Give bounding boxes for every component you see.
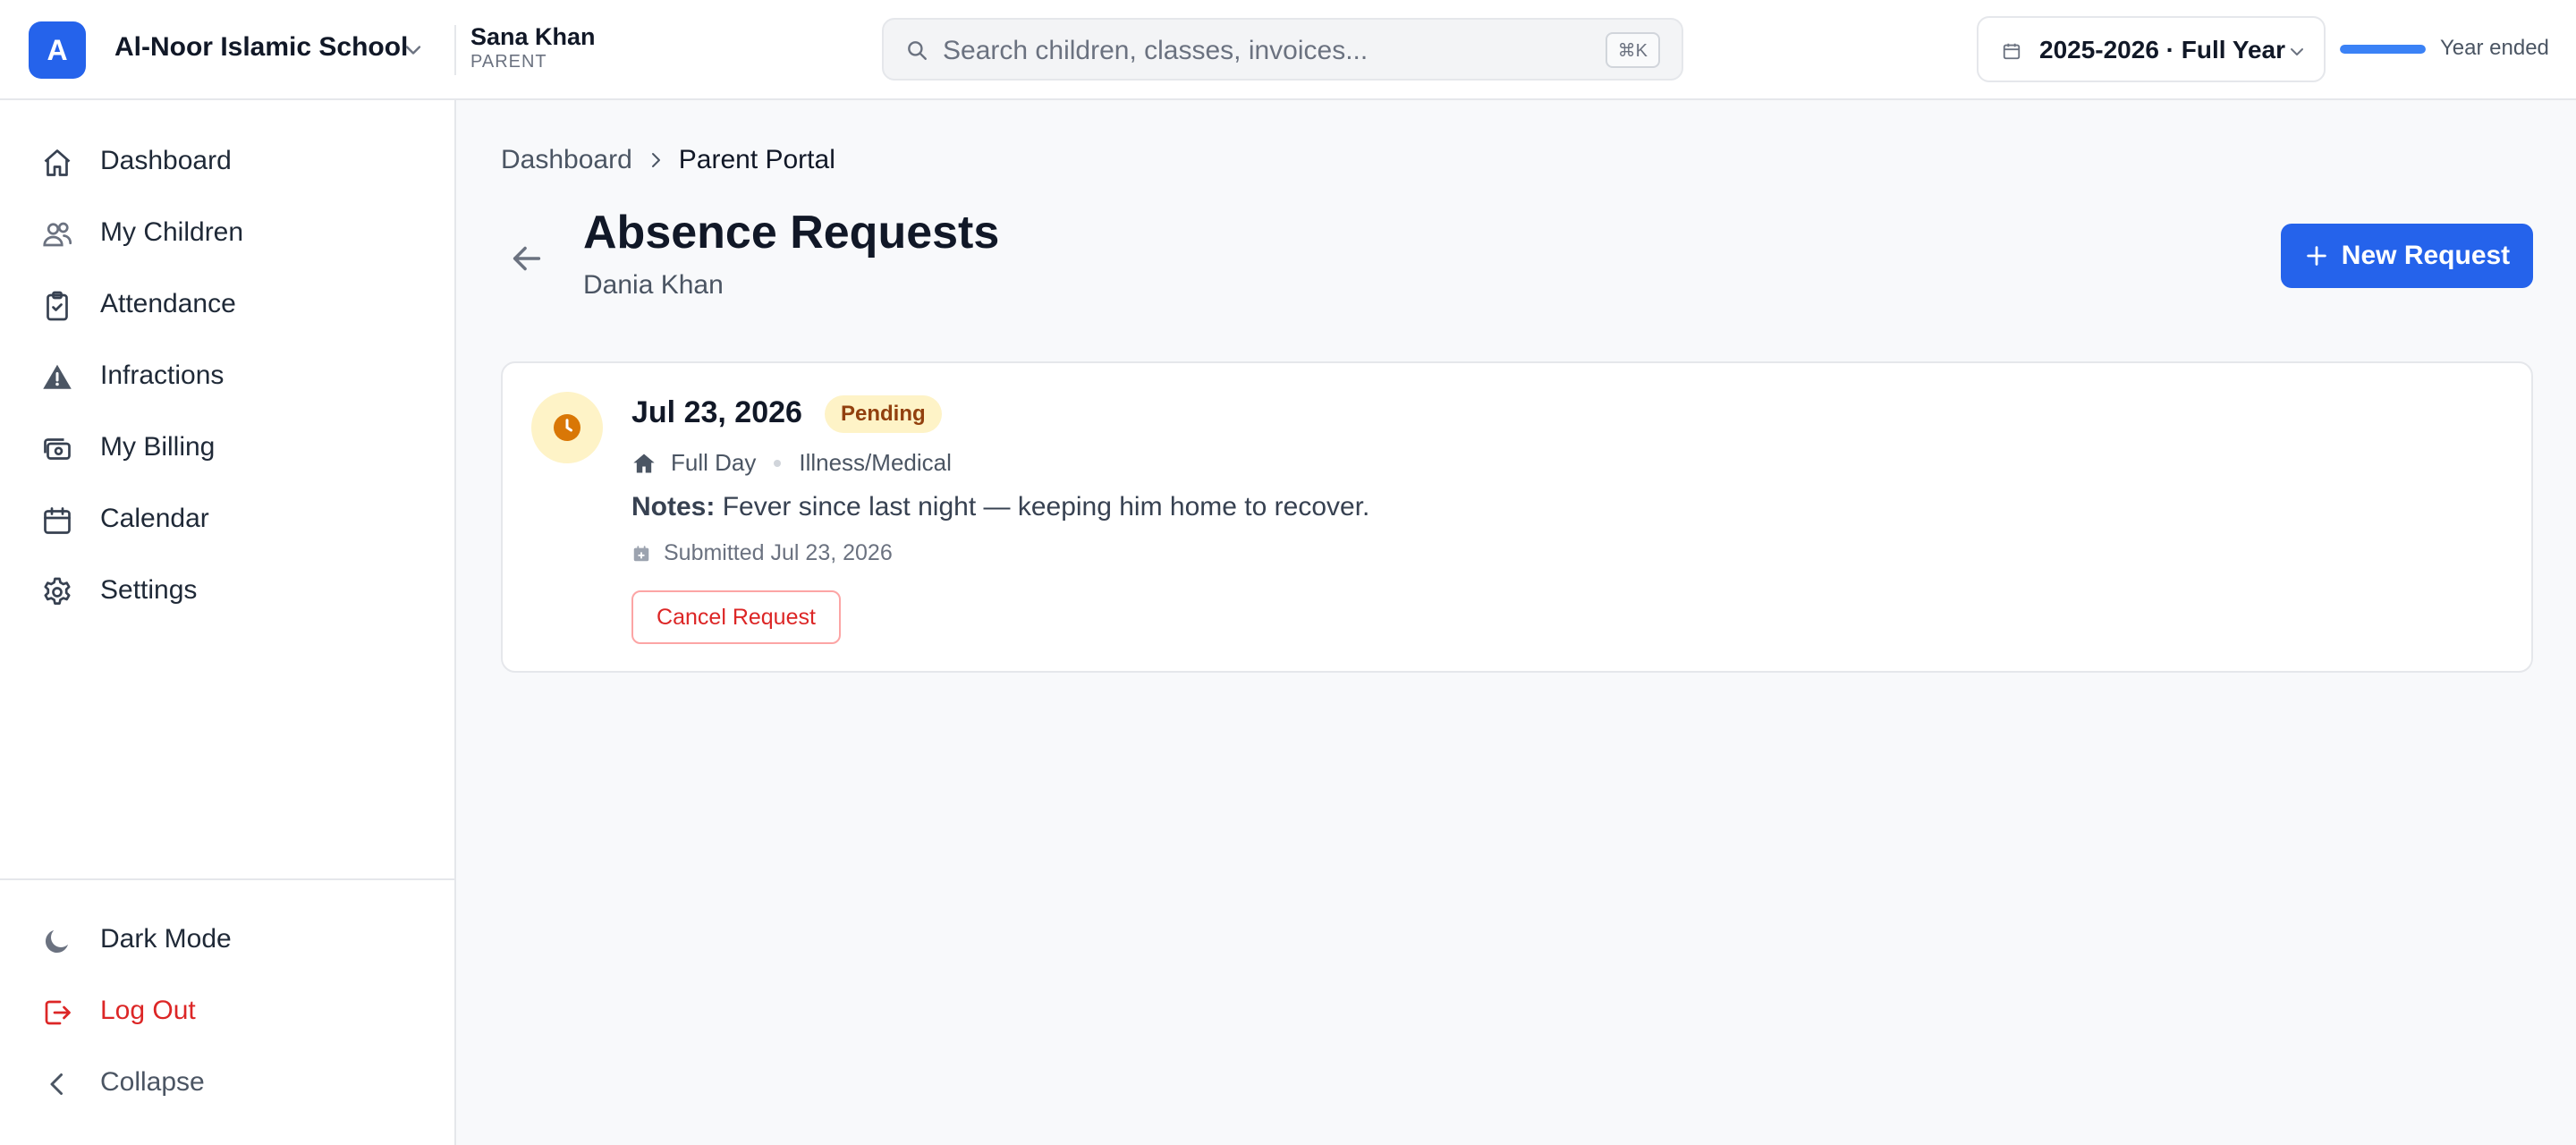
logout-button[interactable]: Log Out bbox=[21, 982, 435, 1039]
chevron-left-icon bbox=[50, 1073, 63, 1095]
separator-dot bbox=[774, 459, 782, 467]
sidebar: Dashboard My Children Attendance Infract… bbox=[0, 100, 456, 1145]
status-badge: Pending bbox=[825, 395, 942, 433]
chevron-right-icon bbox=[651, 153, 660, 167]
request-duration: Full Day bbox=[671, 449, 757, 476]
divider bbox=[454, 25, 456, 75]
breadcrumb-current: Parent Portal bbox=[678, 145, 835, 174]
sidebar-item-label: Settings bbox=[100, 575, 198, 605]
new-request-label: New Request bbox=[2341, 241, 2511, 270]
moon-icon bbox=[45, 930, 68, 954]
notes-label: Notes: bbox=[631, 492, 716, 522]
collapse-sidebar-button[interactable]: Collapse bbox=[21, 1054, 435, 1111]
calendar-icon bbox=[633, 545, 649, 561]
request-reason: Illness/Medical bbox=[799, 449, 952, 476]
year-status: Year ended bbox=[2440, 36, 2549, 60]
sidebar-item-label: My Billing bbox=[100, 432, 216, 462]
dark-mode-label: Dark Mode bbox=[100, 924, 232, 954]
clipboard-check-icon bbox=[47, 291, 68, 321]
dark-mode-toggle[interactable]: Dark Mode bbox=[21, 911, 435, 968]
status-icon-circle bbox=[531, 392, 603, 463]
calendar-icon bbox=[2003, 43, 2021, 60]
sidebar-item-label: My Children bbox=[100, 217, 244, 247]
cash-icon bbox=[44, 438, 71, 460]
breadcrumb-link-dashboard[interactable]: Dashboard bbox=[501, 145, 632, 175]
school-logo[interactable]: A bbox=[29, 21, 86, 79]
sidebar-item-dashboard[interactable]: Dashboard bbox=[21, 132, 435, 190]
collapse-label: Collapse bbox=[100, 1067, 205, 1097]
gear-icon bbox=[44, 577, 71, 605]
top-bar: A Al-Noor Islamic School Sana Khan PAREN… bbox=[0, 0, 2576, 100]
request-date: Jul 23, 2026 bbox=[631, 395, 802, 429]
plus-icon bbox=[2307, 246, 2326, 266]
absence-request-card: Jul 23, 2026 Pending Full Day Illness/Me… bbox=[501, 361, 2533, 673]
submitted-date: Submitted Jul 23, 2026 bbox=[631, 540, 893, 566]
chevron-down-icon[interactable] bbox=[401, 38, 426, 63]
divider bbox=[0, 878, 454, 880]
search-icon bbox=[908, 41, 927, 60]
sidebar-item-label: Infractions bbox=[100, 360, 225, 390]
sidebar-item-infractions[interactable]: Infractions bbox=[21, 347, 435, 404]
sidebar-item-label: Calendar bbox=[100, 504, 209, 533]
back-arrow-icon[interactable] bbox=[506, 238, 547, 279]
sidebar-item-my-children[interactable]: My Children bbox=[21, 204, 435, 261]
user-name: Sana Khan bbox=[470, 23, 596, 50]
year-progress-bar bbox=[2340, 45, 2426, 54]
cancel-request-button[interactable]: Cancel Request bbox=[631, 590, 841, 644]
page-subtitle: Dania Khan bbox=[583, 270, 724, 300]
home-icon bbox=[44, 149, 71, 176]
clock-icon bbox=[554, 414, 580, 441]
page-title: Absence Requests bbox=[583, 207, 1000, 259]
sidebar-item-label: Dashboard bbox=[100, 146, 232, 175]
calendar-icon bbox=[44, 507, 71, 534]
search-input[interactable]: Search children, classes, invoices... bbox=[943, 36, 1368, 66]
users-icon bbox=[43, 222, 72, 247]
logout-label: Log Out bbox=[100, 996, 196, 1025]
academic-year-select[interactable]: 2025-2026 · Full Year bbox=[1977, 16, 2326, 82]
home-icon bbox=[633, 454, 655, 472]
notes-text: Fever since last night — keeping him hom… bbox=[722, 492, 1370, 522]
sidebar-item-calendar[interactable]: Calendar bbox=[21, 490, 435, 547]
global-search[interactable]: Search children, classes, invoices... ⌘K bbox=[882, 18, 1683, 81]
school-switcher-label[interactable]: Al-Noor Islamic School bbox=[114, 32, 408, 63]
sidebar-item-attendance[interactable]: Attendance bbox=[21, 276, 435, 333]
submitted-text: Submitted Jul 23, 2026 bbox=[664, 540, 893, 565]
academic-year-label: 2025-2026 · Full Year bbox=[2039, 36, 2285, 64]
year-progress-fill bbox=[2340, 45, 2426, 54]
new-request-button[interactable]: New Request bbox=[2281, 224, 2533, 288]
logout-icon bbox=[45, 1000, 71, 1025]
request-meta: Full Day Illness/Medical bbox=[631, 449, 952, 477]
sidebar-item-my-billing[interactable]: My Billing bbox=[21, 419, 435, 476]
breadcrumb: Dashboard Parent Portal bbox=[501, 145, 835, 175]
chevron-down-icon bbox=[2291, 48, 2303, 55]
warning-icon bbox=[43, 364, 72, 389]
request-notes: Notes: Fever since last night — keeping … bbox=[631, 492, 1369, 522]
user-role: PARENT bbox=[470, 52, 547, 72]
sidebar-item-label: Attendance bbox=[100, 289, 236, 318]
sidebar-item-settings[interactable]: Settings bbox=[21, 562, 435, 619]
search-shortcut-hint: ⌘K bbox=[1605, 32, 1660, 68]
